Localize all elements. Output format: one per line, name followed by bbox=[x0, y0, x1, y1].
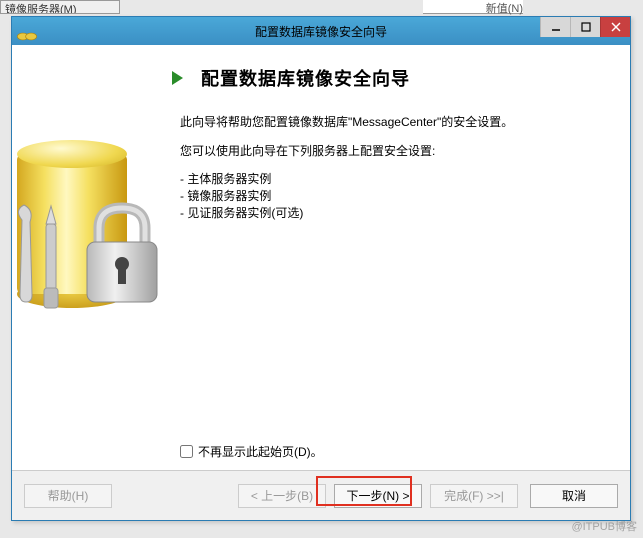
intro-text-2: 您可以使用此向导在下列服务器上配置安全设置: bbox=[180, 142, 605, 161]
window-controls bbox=[540, 17, 630, 37]
list-item: 见证服务器实例(可选) bbox=[180, 205, 605, 222]
list-item: 镜像服务器实例 bbox=[180, 188, 605, 205]
wrench-screwdriver-icon bbox=[2, 200, 72, 320]
watermark: @ITPUB博客 bbox=[571, 518, 637, 534]
list-item: 主体服务器实例 bbox=[180, 171, 605, 188]
dont-show-label: 不再显示此起始页(D)。 bbox=[198, 443, 323, 460]
window-title: 配置数据库镜像安全向导 bbox=[255, 23, 387, 40]
finish-button: 完成(F) >>| bbox=[430, 484, 518, 508]
page-heading: 配置数据库镜像安全向导 bbox=[201, 65, 410, 91]
app-icon bbox=[16, 20, 38, 42]
cancel-button[interactable]: 取消 bbox=[530, 484, 618, 508]
dont-show-again-row[interactable]: 不再显示此起始页(D)。 bbox=[180, 443, 323, 460]
button-bar: 帮助(H) < 上一步(B) 下一步(N) > 完成(F) >>| 取消 bbox=[12, 470, 630, 520]
minimize-button[interactable] bbox=[540, 17, 570, 37]
titlebar: 配置数据库镜像安全向导 bbox=[12, 17, 630, 45]
background-field: 新值(N) bbox=[423, 0, 523, 14]
help-button[interactable]: 帮助(H) bbox=[24, 484, 112, 508]
background-label: 镜像服务器(M) bbox=[0, 0, 120, 14]
back-button: < 上一步(B) bbox=[238, 484, 326, 508]
maximize-button[interactable] bbox=[570, 17, 600, 37]
wizard-banner-graphic bbox=[12, 45, 172, 470]
wizard-dialog: 配置数据库镜像安全向导 bbox=[11, 16, 631, 521]
next-button[interactable]: 下一步(N) > bbox=[334, 484, 422, 508]
play-triangle-icon bbox=[172, 71, 183, 85]
dont-show-checkbox[interactable] bbox=[180, 445, 193, 458]
content-area: 配置数据库镜像安全向导 此向导将帮助您配置镜像数据库"MessageCenter… bbox=[12, 45, 630, 470]
close-button[interactable] bbox=[600, 17, 630, 37]
server-list: 主体服务器实例 镜像服务器实例 见证服务器实例(可选) bbox=[180, 171, 605, 221]
intro-text-1: 此向导将帮助您配置镜像数据库"MessageCenter"的安全设置。 bbox=[180, 113, 605, 132]
main-panel: 配置数据库镜像安全向导 此向导将帮助您配置镜像数据库"MessageCenter… bbox=[152, 45, 630, 470]
